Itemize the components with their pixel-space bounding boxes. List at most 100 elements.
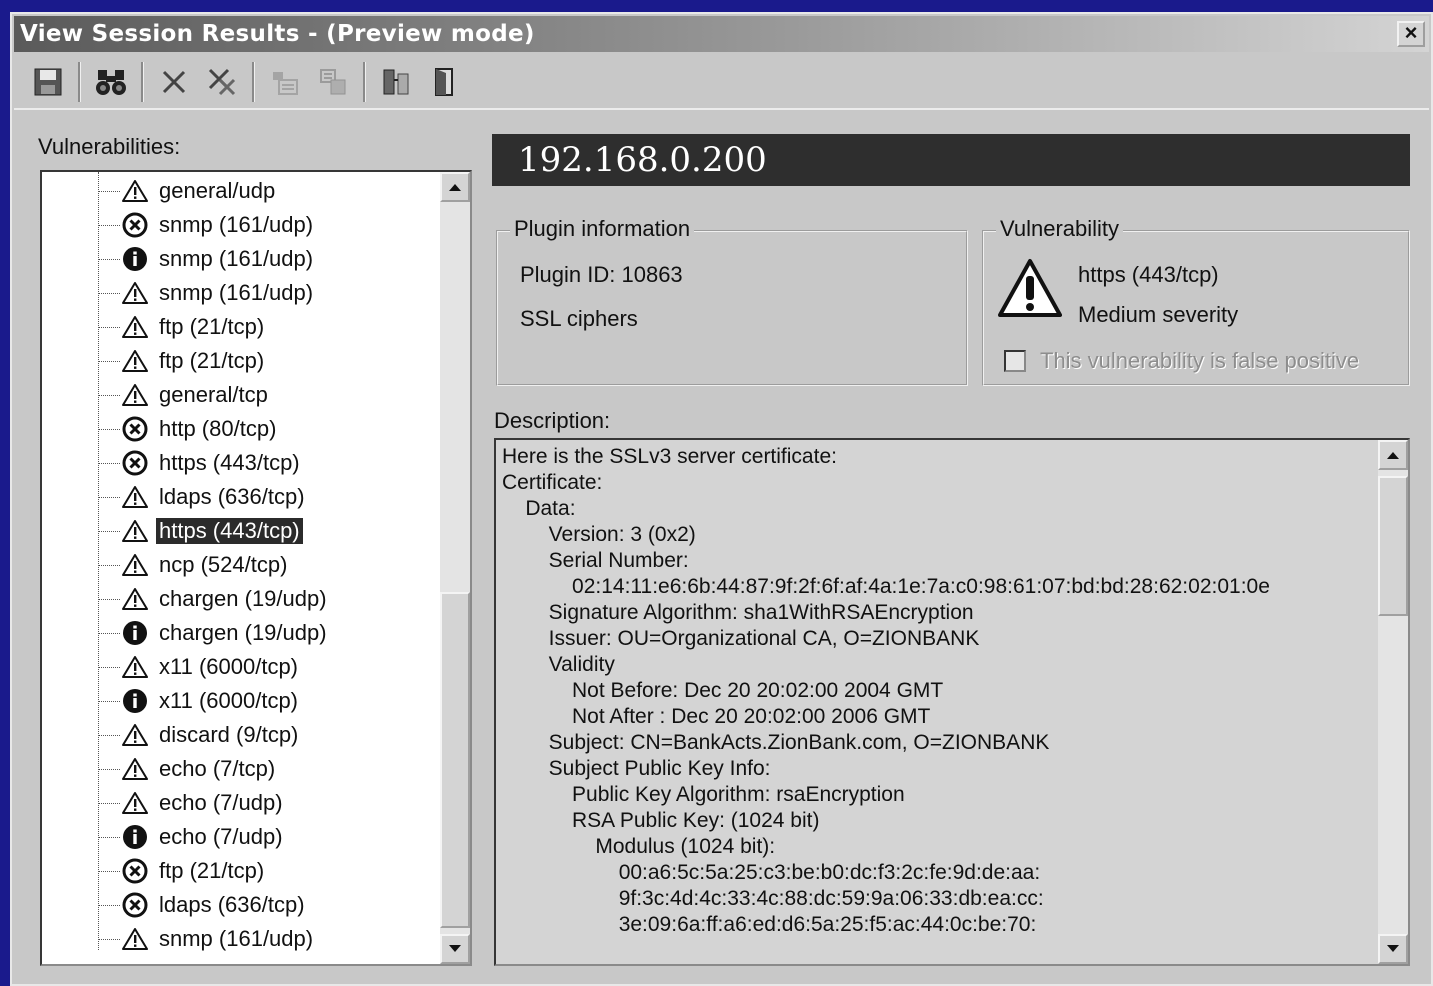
tree-item[interactable]: discard (9/tcp): [98, 718, 301, 752]
tree-item-label: ftp (21/tcp): [159, 348, 265, 373]
tree-item[interactable]: echo (7/udp): [98, 786, 286, 820]
arrow-down-icon: [1387, 945, 1399, 952]
tree-item-label: x11 (6000/tcp): [159, 688, 299, 713]
desc-scroll-up-button[interactable]: [1378, 440, 1408, 470]
scroll-down-button[interactable]: [440, 934, 470, 964]
tree-connector: [98, 462, 120, 464]
tree-item[interactable]: x11 (6000/tcp): [98, 684, 301, 718]
description-line: Not After : Dec 20 20:02:00 2006 GMT: [502, 705, 931, 728]
tree-item[interactable]: general/udp: [98, 174, 278, 208]
tree-connector: [98, 564, 120, 566]
description-textarea[interactable]: Here is the SSLv3 server certificate: Cer…: [494, 438, 1410, 966]
tree-item[interactable]: snmp (161/udp): [98, 208, 316, 242]
tree-item[interactable]: ncp (524/tcp): [98, 548, 290, 582]
delete-all-icon: [208, 68, 236, 96]
tree-connector: [98, 904, 120, 906]
tree-connector: [98, 224, 120, 226]
description-line: Not Before: Dec 20 20:02:00 2004 GMT: [502, 679, 944, 702]
tree-scrollbar[interactable]: [440, 172, 470, 964]
tree-item-label: ldaps (636/tcp): [159, 484, 305, 509]
tree-item[interactable]: snmp (161/udp): [98, 276, 316, 310]
close-button[interactable]: ×: [1397, 21, 1425, 47]
tree-connector: [98, 870, 120, 872]
vulnerability-port: https (443/tcp): [1078, 262, 1219, 287]
false-positive-checkbox[interactable]: [1004, 350, 1026, 372]
tree-item-label: echo (7/udp): [159, 790, 283, 815]
window-title: View Session Results - (Preview mode): [20, 21, 535, 47]
warning-icon: [120, 584, 150, 614]
tree-item[interactable]: general/tcp: [98, 378, 271, 412]
delete-all-button[interactable]: [198, 60, 246, 104]
title-bar[interactable]: View Session Results - (Preview mode) ×: [14, 16, 1429, 52]
report-button[interactable]: [261, 60, 309, 104]
desc-scroll-thumb[interactable]: [1378, 476, 1408, 616]
desc-scroll-down-button[interactable]: [1378, 934, 1408, 964]
vulnerabilities-tree[interactable]: general/udp snmp (161/udp) snmp (161/udp) s…: [40, 170, 472, 966]
tree-connector: [98, 700, 120, 702]
exit-icon: [435, 68, 453, 96]
compare-button[interactable]: [372, 60, 420, 104]
compare-icon: [383, 69, 409, 95]
warning-icon: [120, 516, 150, 546]
arrow-up-icon: [449, 184, 461, 191]
description-line: 00:a6:5c:5a:25:c3:be:b0:dc:f3:2c:fe:9d:d…: [502, 861, 1041, 884]
tree-connector: [98, 802, 120, 804]
vulnerabilities-list: general/udp snmp (161/udp) snmp (161/udp) s…: [42, 172, 438, 964]
tree-item-label: snmp (161/udp): [159, 280, 314, 305]
tree-item[interactable]: http (80/tcp): [98, 412, 279, 446]
warning-icon: [120, 924, 150, 954]
tree-item-label: ftp (21/tcp): [159, 858, 265, 883]
description-line: 3e:09:6a:ff:a6:ed:d6:5a:25:f5:ac:44:0c:b…: [502, 913, 1037, 936]
error-icon: [120, 890, 150, 920]
exit-button[interactable]: [420, 60, 468, 104]
tree-connector: [98, 190, 120, 192]
tree-item-label: https (443/tcp): [159, 450, 300, 475]
warning-icon: [120, 312, 150, 342]
tree-item[interactable]: x11 (6000/tcp): [98, 650, 301, 684]
warning-icon: [120, 652, 150, 682]
warning-icon: [120, 176, 150, 206]
tree-item[interactable]: https (443/tcp): [98, 446, 303, 480]
tree-item[interactable]: echo (7/tcp): [98, 752, 278, 786]
warning-icon: [998, 259, 1062, 317]
vulnerability-title: Vulnerability: [996, 216, 1124, 242]
tree-item[interactable]: ldaps (636/tcp): [98, 888, 308, 922]
tree-connector: [98, 326, 120, 328]
scroll-thumb[interactable]: [440, 592, 470, 928]
tree-item-label: general/tcp: [159, 382, 268, 407]
description-line: 9f:3c:4d:4c:33:4c:88:dc:59:9a:06:33:db:e…: [502, 887, 1044, 910]
tree-item[interactable]: chargen (19/udp): [98, 616, 330, 650]
tree-item[interactable]: echo (7/udp): [98, 820, 286, 854]
tree-item[interactable]: snmp (161/udp): [98, 922, 316, 956]
tree-item[interactable]: ftp (21/tcp): [98, 310, 267, 344]
tree-connector: [98, 292, 120, 294]
description-line: Issuer: OU=Organizational CA, O=ZIONBANK: [502, 627, 980, 650]
plugin-id: Plugin ID: 10863: [520, 262, 683, 287]
tree-item[interactable]: chargen (19/udp): [98, 582, 330, 616]
tree-item-label: chargen (19/udp): [159, 620, 327, 645]
scroll-up-button[interactable]: [440, 172, 470, 202]
warning-icon: [120, 788, 150, 818]
description-line: Modulus (1024 bit):: [502, 835, 776, 858]
save-button[interactable]: [24, 60, 72, 104]
tree-connector: [98, 734, 120, 736]
warning-icon: [120, 482, 150, 512]
tree-item-label: snmp (161/udp): [159, 926, 314, 951]
tree-item-label: ncp (524/tcp): [159, 552, 288, 577]
export-button[interactable]: [309, 60, 357, 104]
plugin-information-group: Plugin information Plugin ID: 10863 SSL …: [496, 216, 968, 386]
tree-connector: [98, 598, 120, 600]
description-line: Subject Public Key Info:: [502, 757, 771, 780]
warning-icon: [120, 550, 150, 580]
find-button[interactable]: [87, 60, 135, 104]
tree-item[interactable]: snmp (161/udp): [98, 242, 316, 276]
tree-item[interactable]: ftp (21/tcp): [98, 854, 267, 888]
tree-item[interactable]: ftp (21/tcp): [98, 344, 267, 378]
tree-item[interactable]: ldaps (636/tcp): [98, 480, 308, 514]
delete-button[interactable]: [150, 60, 198, 104]
description-scrollbar[interactable]: [1378, 440, 1408, 964]
tree-item[interactable]: https (443/tcp): [98, 514, 304, 548]
info-icon: [120, 244, 150, 274]
find-icon: [96, 70, 126, 95]
description-line: Serial Number:: [502, 549, 689, 572]
